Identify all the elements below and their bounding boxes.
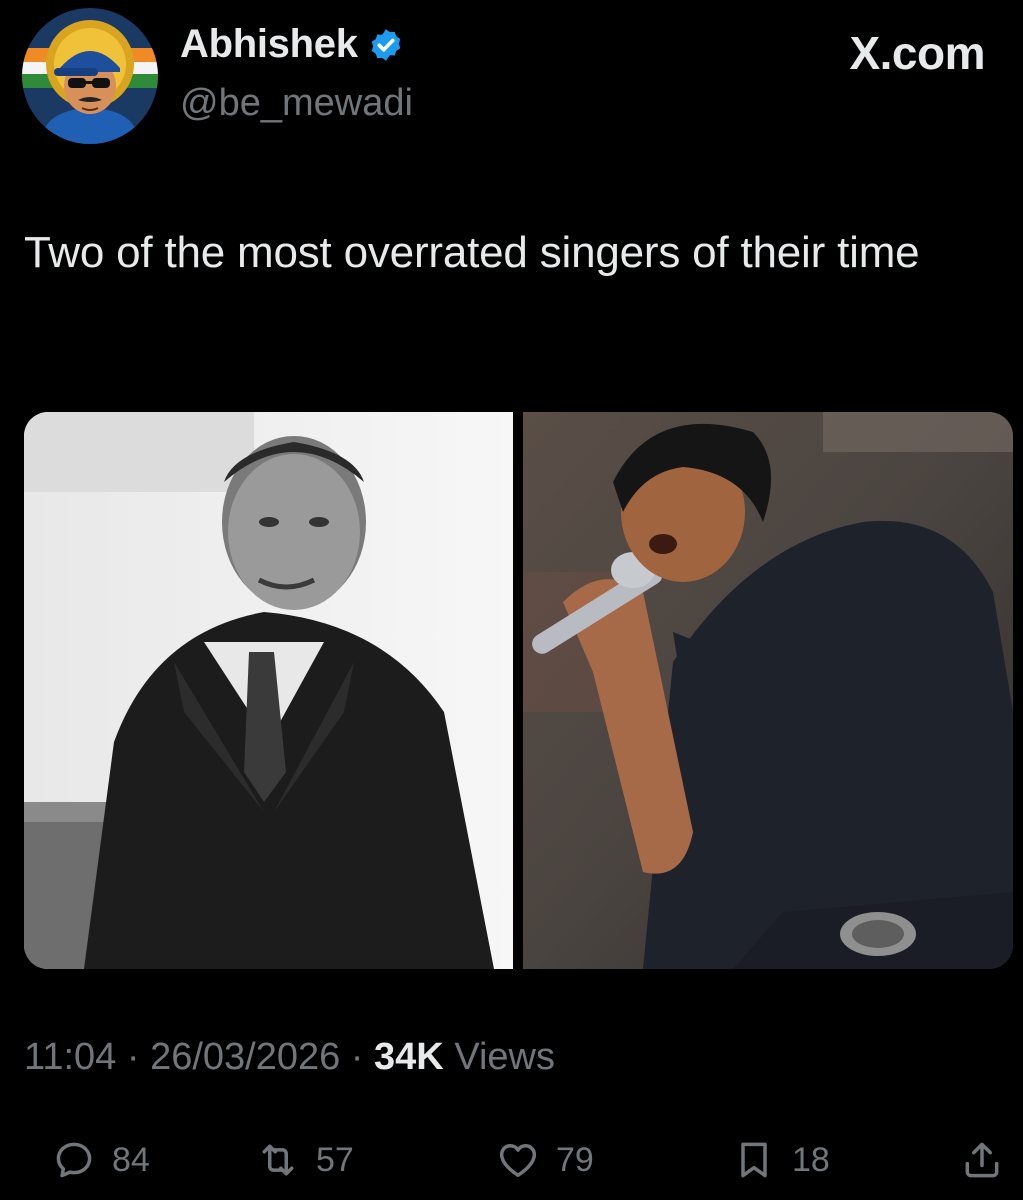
retweet-icon: [262, 1144, 294, 1176]
author-name-text: Abhishek: [180, 22, 358, 66]
photo-right[interactable]: [523, 412, 1013, 969]
retweet-count: 57: [316, 1140, 354, 1179]
tweet-text: Two of the most overrated singers of the…: [24, 228, 920, 277]
share-button[interactable]: [960, 1130, 1004, 1190]
like-button[interactable]: 79: [496, 1130, 594, 1190]
meta-separator: ·: [340, 1036, 375, 1078]
action-bar: 84 57 79 18: [0, 1130, 1023, 1190]
views-count: 34K: [374, 1036, 444, 1078]
reply-count: 84: [112, 1140, 150, 1179]
tweet-screenshot: Abhishek @be_mewadi X.com Two of the mos…: [0, 0, 1023, 1200]
x-brand-logo: X.com: [849, 27, 985, 79]
bookmark-button[interactable]: 18: [732, 1130, 830, 1190]
share-icon: [965, 1142, 999, 1178]
reply-button[interactable]: 84: [52, 1130, 150, 1190]
photo-left[interactable]: [24, 412, 513, 969]
tweet-time[interactable]: 11:04: [24, 1036, 116, 1078]
tweet-media[interactable]: [24, 412, 1013, 969]
verified-badge-icon: [371, 28, 400, 61]
author-display-name[interactable]: Abhishek: [180, 22, 404, 67]
reply-icon: [56, 1142, 92, 1178]
heart-icon: [499, 1143, 537, 1177]
concert-photo-image: [523, 412, 1013, 969]
bookmark-icon: [741, 1142, 767, 1178]
like-count: 79: [556, 1140, 594, 1179]
retweet-button[interactable]: 57: [256, 1130, 354, 1190]
views-label: Views: [454, 1036, 555, 1078]
tweet-meta: 11:04 · 26/03/2026 · 34K Views: [24, 1036, 555, 1079]
black-and-white-portrait-image: [24, 412, 513, 969]
cartoon-avatar-icon: [22, 8, 158, 144]
avatar[interactable]: [22, 8, 158, 144]
bookmark-count: 18: [792, 1140, 830, 1179]
tweet-date[interactable]: 26/03/2026: [150, 1036, 340, 1078]
meta-separator: ·: [116, 1036, 151, 1078]
author-handle[interactable]: @be_mewadi: [180, 82, 413, 125]
